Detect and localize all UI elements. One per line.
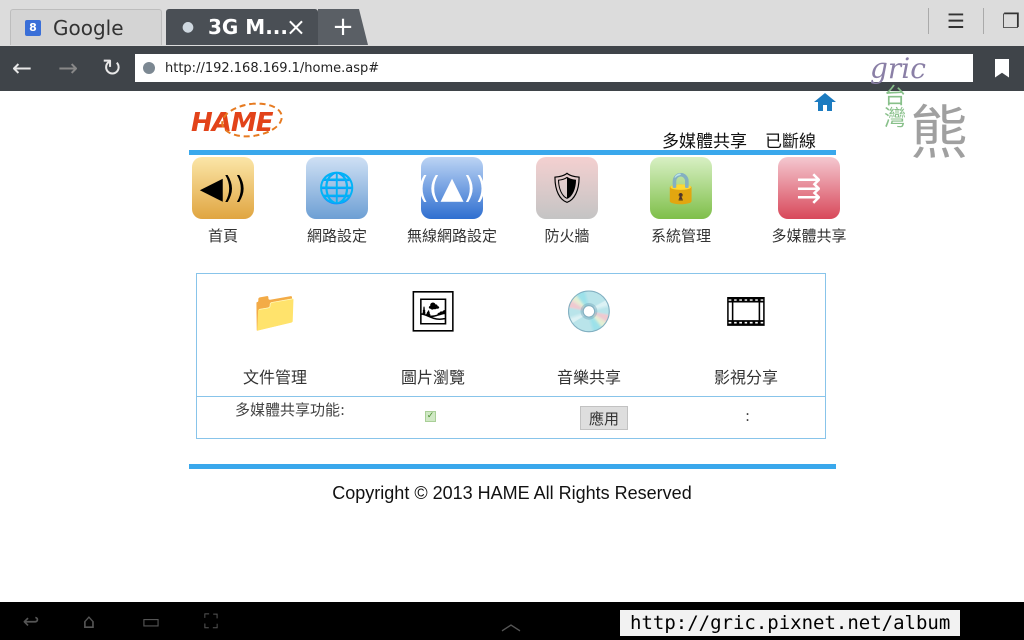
- film-reel-icon: 🎞: [720, 288, 772, 335]
- home-icon[interactable]: [814, 93, 836, 113]
- back-nav-icon[interactable]: ↩: [16, 609, 46, 633]
- forward-icon[interactable]: →: [52, 52, 84, 84]
- nav-label: 首頁: [207, 227, 238, 245]
- recent-apps-icon[interactable]: ▭: [136, 609, 166, 633]
- panel-divider: [197, 396, 825, 397]
- speaker-icon: ◀)): [192, 157, 254, 219]
- nav-label: 多媒體共享: [771, 227, 847, 245]
- status-colon: :: [745, 407, 751, 425]
- close-tab-icon[interactable]: ×: [286, 13, 306, 41]
- media-label: 圖片瀏覽: [400, 368, 465, 387]
- tab-google[interactable]: 8 Google: [10, 9, 162, 45]
- shield-icon: 🛡: [536, 157, 598, 219]
- main-nav: ◀)) 首頁 🌐 網路設定 ((▲)) 無線網路設定 🛡 防火牆 🔒 系統管理 …: [189, 157, 869, 247]
- new-tab-button[interactable]: +: [318, 9, 368, 45]
- nav-system-admin[interactable]: 🔒 系統管理: [621, 157, 741, 246]
- nav-label: 無線網路設定: [406, 227, 497, 245]
- android-system-bar: ↩ ⌂ ▭ ⛶ ︿ http://gric.pixnet.net/album: [0, 602, 1024, 640]
- watermark-big-char: 熊: [910, 99, 969, 167]
- nav-label: 防火牆: [544, 227, 590, 245]
- reload-icon[interactable]: ↻: [96, 52, 128, 84]
- nav-label: 網路設定: [306, 227, 367, 245]
- footer-rule: [189, 464, 836, 469]
- album-url-watermark: http://gric.pixnet.net/album: [620, 610, 961, 636]
- url-text: http://192.168.169.1/home.asp#: [165, 60, 380, 76]
- site-globe-icon: [143, 62, 155, 74]
- media-photo-browser[interactable]: 🖼 圖片瀏覽: [363, 274, 503, 388]
- back-icon[interactable]: ←: [6, 52, 38, 84]
- apply-button[interactable]: 應用: [580, 406, 628, 430]
- tab-title: Google: [53, 15, 124, 40]
- nav-firewall[interactable]: 🛡 防火牆: [507, 157, 627, 246]
- nav-home[interactable]: ◀)) 首頁: [163, 157, 283, 246]
- mode-text: 多媒體共享: [662, 132, 747, 152]
- router-admin-page: HAME 多媒體共享 已斷線 ◀)) 首頁 🌐 網路設定 ((▲)) 無線網路設定…: [0, 91, 1024, 602]
- media-sharing-panel: 📁 文件管理 🖼 圖片瀏覽 💿 音樂共享 🎞 影視分享 多媒體共享功能: ✓ 應…: [196, 273, 826, 439]
- media-sharing-checkbox[interactable]: ✓: [425, 411, 436, 422]
- windows-icon[interactable]: ❐: [998, 8, 1024, 34]
- google-favicon-icon: 8: [25, 19, 41, 36]
- watermark-chars: 台灣: [880, 84, 905, 128]
- hame-logo: HAME: [191, 98, 286, 142]
- status-line: 多媒體共享 已斷線: [662, 127, 834, 152]
- url-bar[interactable]: http://192.168.169.1/home.asp#: [135, 54, 973, 82]
- wireless-tower-icon: ((▲)): [417, 157, 487, 219]
- divider: [928, 8, 929, 34]
- nav-wireless-settings[interactable]: ((▲)) 無線網路設定: [392, 157, 512, 246]
- watermark-script: gric: [870, 52, 926, 85]
- gric-watermark: gric 台灣 熊: [858, 48, 976, 167]
- nav-media-sharing[interactable]: ⇶ 多媒體共享: [749, 157, 869, 246]
- folder-icon: 📁: [250, 288, 300, 335]
- chevron-up-icon[interactable]: ︿: [496, 609, 526, 635]
- home-nav-icon[interactable]: ⌂: [74, 609, 104, 633]
- browser-tabstrip: 8 Google ● 3G M... × + ☰ ❐: [0, 0, 1024, 46]
- media-sharing-feature-label: 多媒體共享功能:: [234, 401, 346, 419]
- media-music-sharing[interactable]: 💿 音樂共享: [519, 274, 659, 388]
- usb-drive-icon: ⇶: [778, 157, 840, 219]
- header-rule: [189, 150, 836, 155]
- tab-router-admin[interactable]: ● 3G M... ×: [166, 9, 318, 45]
- media-video-sharing[interactable]: 🎞 影視分享: [676, 274, 816, 388]
- menu-icon[interactable]: ☰: [943, 8, 969, 34]
- copyright-text: Copyright © 2013 HAME All Rights Reserve…: [332, 483, 692, 503]
- media-label: 音樂共享: [556, 368, 621, 387]
- screenshot-icon[interactable]: ⛶: [196, 609, 226, 633]
- connection-status: 已斷線: [765, 132, 816, 152]
- tabstrip-actions: ☰ ❐: [914, 8, 1024, 36]
- globe-favicon-icon: ●: [181, 19, 195, 35]
- bookmark-icon[interactable]: [986, 52, 1018, 84]
- nav-network-settings[interactable]: 🌐 網路設定: [277, 157, 397, 246]
- padlock-icon: 🔒: [650, 157, 712, 219]
- photo-icon: 🖼: [407, 288, 459, 335]
- media-label: 影視分享: [713, 368, 778, 387]
- divider: [983, 8, 984, 34]
- music-disc-icon: 💿: [564, 288, 614, 335]
- globe-check-icon: 🌐: [306, 157, 368, 219]
- tab-title: 3G M...: [208, 15, 288, 39]
- media-file-manager[interactable]: 📁 文件管理: [205, 274, 345, 388]
- media-label: 文件管理: [242, 368, 307, 387]
- nav-label: 系統管理: [650, 227, 711, 245]
